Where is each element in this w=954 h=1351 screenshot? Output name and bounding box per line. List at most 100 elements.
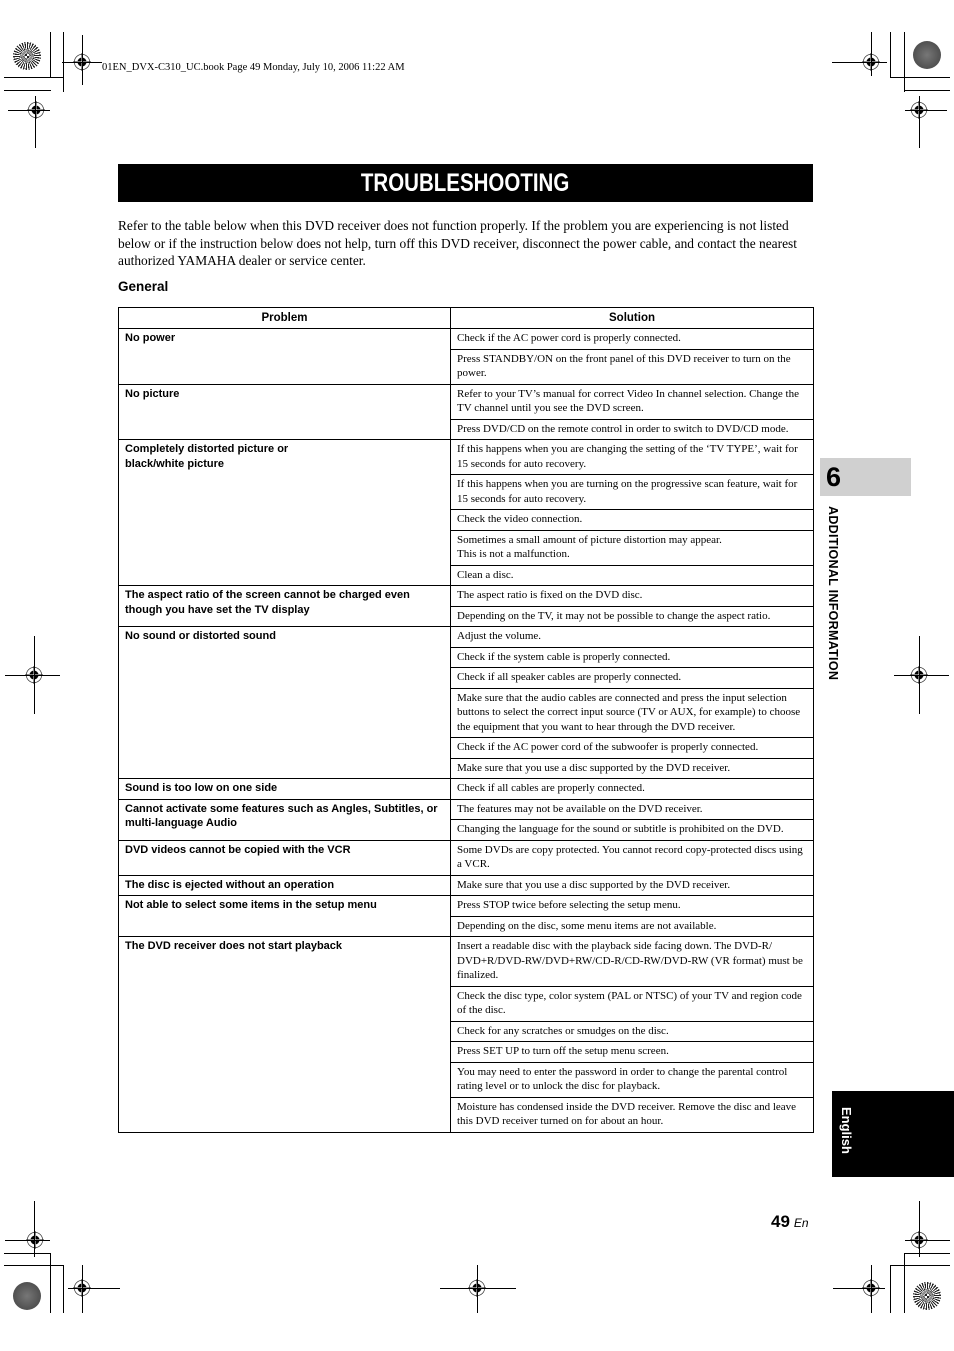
problem-cell: Sound is too low on one side — [118, 778, 451, 800]
crop-line — [904, 32, 905, 92]
solution-cell: Check for any scratches or smudges on th… — [450, 1020, 814, 1042]
solution-cell: Refer to your TV’s manual for correct Vi… — [450, 383, 814, 420]
crop-line — [5, 675, 60, 676]
problem-cell: No picture — [118, 383, 451, 440]
solution-cell: The features may not be available on the… — [450, 798, 814, 820]
table-header-row: Problem Solution — [118, 307, 814, 329]
solution-cell: Press STANDBY/ON on the front panel of t… — [450, 348, 814, 385]
problem-cell: Completely distorted picture or black/wh… — [118, 439, 451, 586]
crop-line — [919, 96, 920, 148]
table-row: The aspect ratio of the screen cannot be… — [118, 585, 814, 627]
solution-cell: You may need to enter the password in or… — [450, 1061, 814, 1098]
color-target-icon — [13, 42, 41, 70]
color-target-icon — [13, 1282, 41, 1310]
solution-cell: Make sure that the audio cables are conn… — [450, 687, 814, 738]
page-number: 49 En — [771, 1212, 809, 1232]
solution-cell: Clean a disc. — [450, 564, 814, 586]
crop-line — [50, 32, 51, 77]
crop-line — [440, 1288, 516, 1289]
troubleshooting-table: Problem Solution No power Check if the AC… — [118, 307, 814, 1133]
crop-line — [894, 675, 949, 676]
table-row: DVD videos cannot be copied with the VCR… — [118, 839, 814, 876]
table-row: No picture Refer to your TV’s manual for … — [118, 383, 814, 440]
solution-cell: Check if the AC power cord is properly c… — [450, 328, 814, 350]
table-row: Not able to select some items in the set… — [118, 895, 814, 937]
problem-cell: The aspect ratio of the screen cannot be… — [118, 585, 451, 627]
table-body: No power Check if the AC power cord is pr… — [118, 328, 814, 1133]
crop-line — [890, 1265, 891, 1313]
solution-cell: Press DVD/CD on the remote control in or… — [450, 418, 814, 440]
solution-cell: Make sure that you use a disc supported … — [450, 757, 814, 779]
problem-cell: Cannot activate some features such as An… — [118, 798, 451, 841]
solution-cell: Make sure that you use a disc supported … — [450, 874, 814, 896]
chapter-number: 6 — [826, 462, 842, 492]
table-row: Completely distorted picture or black/wh… — [118, 439, 814, 586]
section-heading: General — [118, 279, 169, 294]
solution-cell: Depending on the TV, it may not be possi… — [450, 605, 814, 627]
solution-cell: Changing the language for the sound or s… — [450, 819, 814, 841]
table-row: Sound is too low on one side Check if all… — [118, 778, 814, 800]
crop-line — [4, 77, 64, 78]
solution-cell: The aspect ratio is fixed on the DVD dis… — [450, 585, 814, 607]
table-row: Cannot activate some features such as An… — [118, 798, 814, 841]
crop-line — [4, 1253, 51, 1254]
problem-cell: DVD videos cannot be copied with the VCR — [118, 839, 451, 876]
crop-line — [82, 35, 83, 85]
crop-line — [919, 636, 920, 714]
solution-cell: Moisture has condensed inside the DVD re… — [450, 1096, 814, 1133]
chapter-label: ADDITIONAL INFORMATION — [826, 506, 840, 681]
table-row: No power Check if the AC power cord is pr… — [118, 328, 814, 385]
page-number-suffix: En — [793, 1216, 809, 1230]
solution-cell: Check the disc type, color system (PAL o… — [450, 985, 814, 1022]
crop-line — [904, 1253, 905, 1313]
color-target-icon — [913, 41, 941, 69]
crop-line — [5, 1240, 50, 1241]
table-row: The DVD receiver does not start playback… — [118, 936, 814, 1133]
crop-line — [477, 1265, 478, 1313]
solution-cell: Insert a readable disc with the playback… — [450, 936, 814, 987]
problem-cell: The DVD receiver does not start playback — [118, 936, 451, 1133]
solution-cell: Some DVDs are copy protected. You cannot… — [450, 839, 814, 876]
solution-cell: Check if all cables are properly connect… — [450, 778, 814, 800]
crop-line — [68, 1288, 120, 1289]
crop-line — [890, 77, 950, 78]
solution-cell: Sometimes a small amount of picture dist… — [450, 529, 814, 566]
crop-line — [8, 110, 50, 111]
crop-line — [904, 1253, 950, 1254]
solution-cell: If this happens when you are turning on … — [450, 474, 814, 510]
crop-line — [904, 90, 950, 91]
crop-line — [34, 636, 35, 714]
intro-paragraph: Refer to the table below when this DVD r… — [118, 218, 797, 269]
crop-line — [919, 1201, 920, 1257]
crop-line — [63, 1265, 64, 1313]
language-tab: English — [832, 1091, 954, 1177]
table-row: The disc is ejected without an operation… — [118, 874, 814, 896]
crop-line — [34, 1201, 35, 1257]
crop-line — [871, 1265, 872, 1313]
crop-line — [82, 1265, 83, 1313]
problem-cell: No power — [118, 328, 451, 385]
language-label: English — [839, 1107, 854, 1154]
crop-line — [4, 1265, 64, 1266]
crop-line — [832, 62, 887, 63]
page-number-value: 49 — [771, 1212, 790, 1231]
crop-line — [871, 32, 872, 76]
crop-line — [4, 90, 51, 91]
solution-cell: Check the video connection. — [450, 509, 814, 531]
column-header-problem: Problem — [118, 307, 451, 329]
solution-cell: Adjust the volume. — [450, 626, 814, 648]
crop-line — [890, 1265, 950, 1266]
crop-line — [833, 1288, 885, 1289]
solution-cell: Press STOP twice before selecting the se… — [450, 895, 814, 917]
crop-line — [50, 1253, 51, 1313]
page-title-bar: TROUBLESHOOTING — [118, 164, 813, 202]
crop-line — [905, 110, 947, 111]
solution-cell: If this happens when you are changing th… — [450, 439, 814, 475]
crop-line — [890, 32, 891, 78]
table-row: No sound or distorted sound Adjust the vo… — [118, 626, 814, 779]
chapter-tab: 6 — [820, 458, 911, 496]
crop-line — [905, 1240, 950, 1241]
color-target-icon — [913, 1282, 941, 1310]
solution-cell: Check if the AC power cord of the subwoo… — [450, 737, 814, 759]
problem-cell: The disc is ejected without an operation — [118, 874, 451, 896]
